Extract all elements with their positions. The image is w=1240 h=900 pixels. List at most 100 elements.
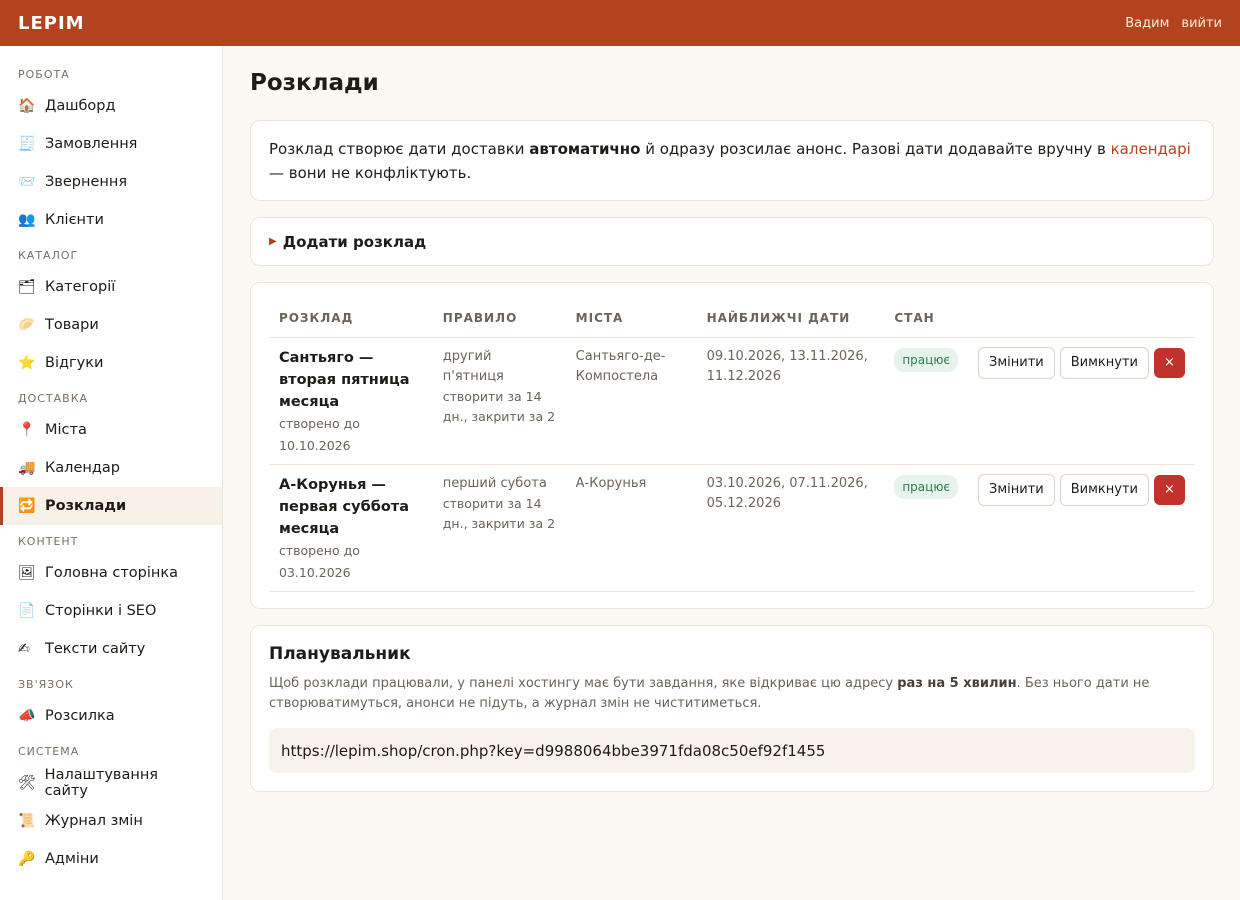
add-schedule-label: Додати розклад — [282, 232, 427, 251]
disable-button[interactable]: Вимкнути — [1059, 473, 1149, 506]
sidebar-group-title: КАТАЛОГ — [18, 249, 79, 262]
sidebar-item-icon: ✍ — [18, 641, 30, 657]
sidebar-item[interactable]: 📣 Розсилка — [0, 697, 222, 735]
sidebar-item-label: Сторінки і SEO — [45, 603, 157, 619]
sidebar-item-label: Налаштування сайту — [44, 767, 159, 799]
info-card: Розклад створює дати доставки автоматичн… — [250, 120, 1214, 201]
cron-url-field[interactable]: https://lepim.shop/cron.php?key=d9988064… — [269, 728, 1195, 773]
sidebar-item-icon: 📣 — [18, 708, 36, 724]
sidebar-item-icon: 👥 — [18, 212, 36, 228]
actions-cell: Змінити Вимкнути × — [968, 337, 1195, 465]
planner-text-1: Щоб розклади працювали, у панелі хостинг… — [269, 676, 898, 691]
sidebar-item[interactable]: 🖼 Головна сторінка — [0, 554, 222, 592]
sidebar-item-label: Відгуки — [45, 355, 104, 371]
sidebar-item[interactable]: 👥 Клієнти — [0, 201, 222, 239]
sidebar-item[interactable]: 🔑 Адміни — [0, 840, 222, 878]
sidebar-item-icon: 🚚 — [18, 460, 36, 476]
sidebar-item-label: Календар — [45, 460, 120, 476]
column-header: СТАН — [884, 301, 969, 338]
sidebar-item[interactable]: ✍ Тексти сайту — [0, 630, 222, 668]
sidebar-item-label: Клієнти — [45, 212, 104, 228]
rule-subtext: створити за 14 дн., закрити за 2 — [442, 495, 556, 531]
sidebar-group-title: СИСТЕМА — [18, 745, 80, 758]
top-bar: LEPIM Вадим вийти — [0, 0, 1240, 46]
sidebar-item[interactable]: 🥟 Товари — [0, 306, 222, 344]
rule-cell: другий п'ятниця створити за 14 дн., закр… — [432, 337, 566, 465]
sidebar-item-label: Журнал змін — [45, 813, 143, 829]
sidebar-item[interactable]: 🔁 Розклади — [0, 487, 222, 525]
sidebar-item[interactable]: 📨 Звернення — [0, 163, 222, 201]
city-cell: А-Корунья — [565, 464, 697, 592]
table-row: Сантьяго — вторая пятница месяца створен… — [269, 337, 1195, 465]
status-cell: працює — [884, 464, 969, 592]
page-title: Розклади — [250, 70, 379, 96]
disable-button[interactable]: Вимкнути — [1059, 346, 1149, 379]
column-header: РОЗКЛАД — [269, 301, 433, 338]
city-cell: Сантьяго-де-Компостела — [565, 337, 697, 465]
user-name-link[interactable]: Вадим — [1125, 16, 1169, 31]
sidebar-item[interactable]: 🗂 Категорії — [0, 268, 222, 306]
user-menu: Вадим вийти — [1125, 16, 1222, 31]
sidebar-item-label: Адміни — [45, 851, 99, 867]
schedule-cell: Сантьяго — вторая пятница месяца створен… — [269, 337, 433, 465]
edit-button[interactable]: Змінити — [978, 346, 1055, 379]
schedule-name: Сантьяго — вторая пятница месяца — [279, 349, 410, 410]
sidebar-group-title: РОБОТА — [18, 68, 70, 81]
rule-subtext: створити за 14 дн., закрити за 2 — [442, 388, 556, 424]
add-schedule-toggle[interactable]: ▶ Додати розклад — [250, 217, 1214, 266]
sidebar-item-icon: 🗂 — [18, 279, 36, 295]
planner-bold: раз на 5 хвилин — [897, 676, 1017, 691]
edit-button[interactable]: Змінити — [978, 473, 1055, 506]
info-text-3: — вони не конфліктують. — [269, 164, 472, 182]
main-content: Розклади Розклад створює дати доставки а… — [250, 46, 1214, 792]
logout-link[interactable]: вийти — [1181, 16, 1222, 31]
sidebar-group-title: ЗВ'ЯЗОК — [18, 678, 74, 691]
sidebar-item-label: Тексти сайту — [45, 641, 146, 657]
schedule-cell: А-Корунья — первая суббота месяца створе… — [269, 464, 433, 592]
planner-title: Планувальник — [269, 644, 411, 664]
sidebar-item-label: Головна сторінка — [45, 565, 179, 581]
info-bold: автоматично — [529, 140, 641, 158]
dates-cell: 09.10.2026, 13.11.2026, 11.12.2026 — [696, 337, 885, 465]
sidebar-item-label: Замовлення — [45, 136, 138, 152]
info-text-1: Розклад створює дати доставки — [269, 140, 530, 158]
sidebar-item-label: Розклади — [45, 498, 127, 514]
schedule-created: створено до 03.10.2026 — [279, 542, 360, 580]
rule-text: перший субота — [442, 475, 547, 491]
info-text-2: й одразу розсилає анонс. Разові дати дод… — [640, 140, 1111, 158]
sidebar-item-label: Міста — [45, 422, 87, 438]
sidebar-item[interactable]: ⭐ Відгуки — [0, 344, 222, 382]
sidebar-item-label: Звернення — [45, 174, 128, 190]
sidebar-item-icon: 🥟 — [18, 317, 36, 333]
planner-card: Планувальник Щоб розклади працювали, у п… — [250, 625, 1214, 792]
schedule-name: А-Корунья — первая суббота месяца — [279, 476, 409, 537]
calendar-link[interactable]: календарі — [1111, 140, 1191, 158]
sidebar-item-icon: 🛠 — [18, 775, 36, 791]
sidebar-item[interactable]: 📄 Сторінки і SEO — [0, 592, 222, 630]
table-row: А-Корунья — первая суббота месяца створе… — [269, 464, 1195, 592]
sidebar-item[interactable]: 🧾 Замовлення — [0, 125, 222, 163]
column-header: ПРАВИЛО — [432, 301, 566, 338]
delete-button[interactable]: × — [1154, 347, 1185, 378]
sidebar-item-icon: 📜 — [18, 813, 36, 829]
status-badge: працює — [894, 474, 958, 499]
sidebar-item-label: Категорії — [45, 279, 116, 295]
sidebar-item[interactable]: 🛠 Налаштування сайту — [0, 764, 222, 802]
sidebar-item[interactable]: 🚚 Календар — [0, 449, 222, 487]
sidebar-item-label: Товари — [45, 317, 99, 333]
sidebar-group-title: ДОСТАВКА — [18, 392, 89, 405]
app-logo[interactable]: LEPIM — [18, 13, 85, 34]
sidebar-group-title: КОНТЕНТ — [18, 535, 79, 548]
actions-cell: Змінити Вимкнути × — [968, 464, 1195, 592]
sidebar-item[interactable]: 🏠 Дашборд — [0, 87, 222, 125]
sidebar-item[interactable]: 📜 Журнал змін — [0, 802, 222, 840]
delete-button[interactable]: × — [1154, 474, 1185, 505]
rule-cell: перший субота створити за 14 дн., закрит… — [432, 464, 566, 592]
sidebar-item[interactable]: 📍 Міста — [0, 411, 222, 449]
sidebar-item-icon: 🔁 — [18, 498, 36, 514]
sidebar-item-icon: 🖼 — [18, 565, 36, 581]
status-cell: працює — [884, 337, 969, 465]
sidebar-item-icon: 🏠 — [18, 98, 36, 114]
dates-cell: 03.10.2026, 07.11.2026, 05.12.2026 — [696, 464, 885, 592]
column-header: НАЙБЛИЖЧІ ДАТИ — [696, 301, 885, 338]
